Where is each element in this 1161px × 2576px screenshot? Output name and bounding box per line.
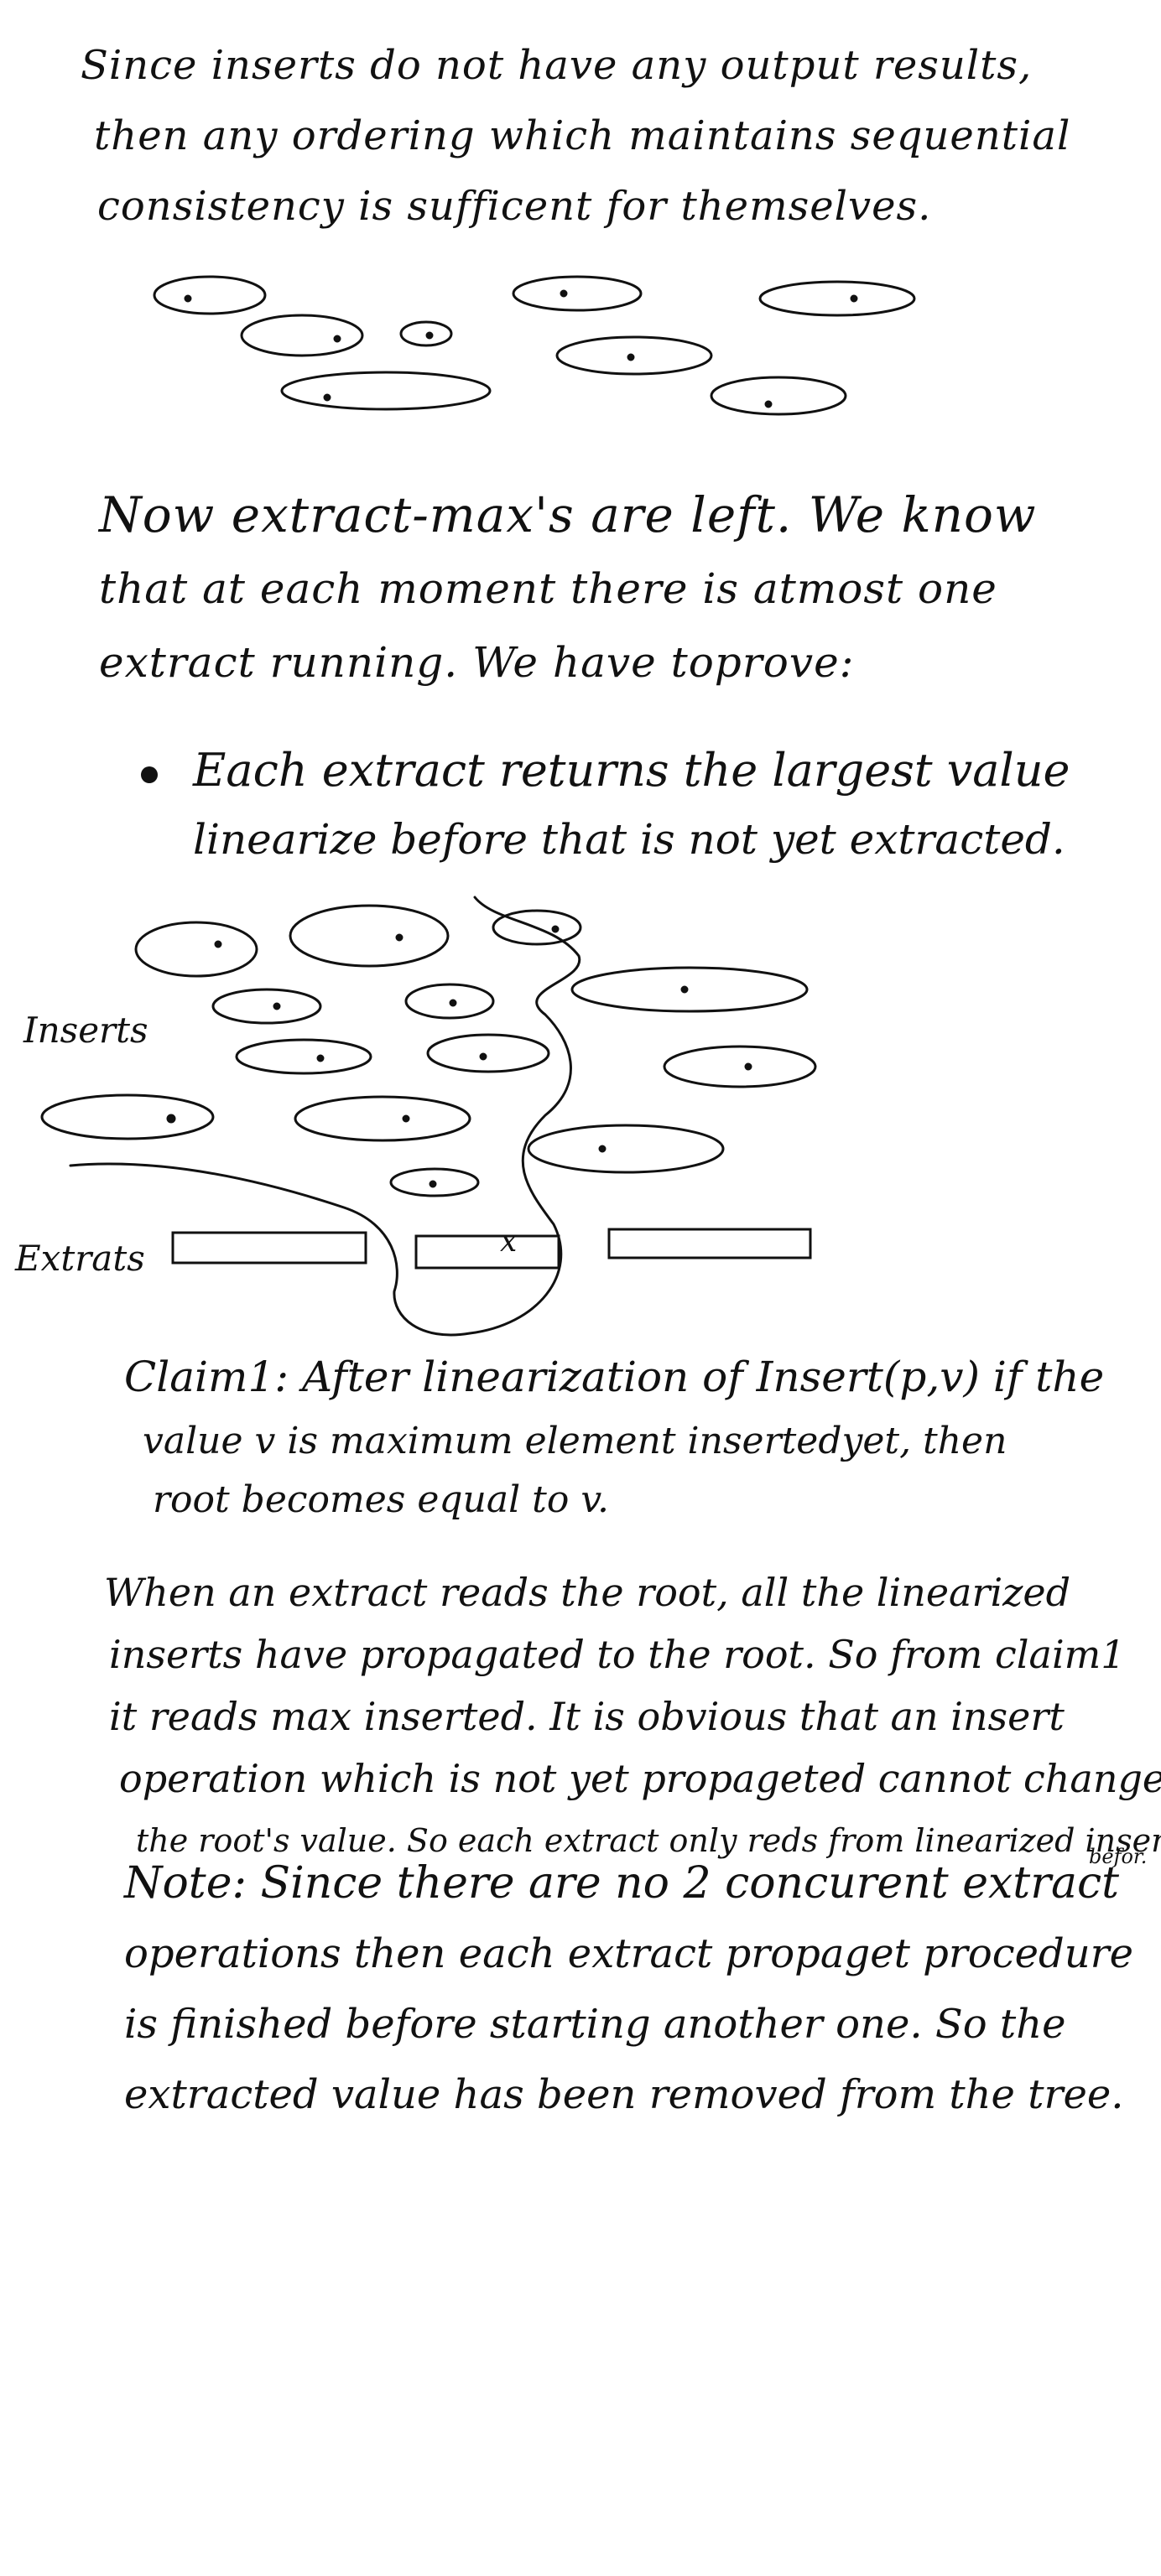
insert-oval — [570, 966, 809, 1013]
insert-oval — [235, 1038, 372, 1075]
extract-marker: x — [500, 1224, 518, 1259]
oval-dot — [273, 1002, 281, 1010]
proof-line: it reads max inserted. It is obvious tha… — [109, 1694, 1065, 1739]
oval-dot — [323, 393, 331, 402]
oval-dot — [184, 294, 192, 303]
oval-dot — [680, 985, 689, 994]
oval-dot — [333, 335, 341, 343]
oval-dot — [850, 294, 858, 303]
oval-dot — [214, 940, 222, 948]
insert-oval — [211, 988, 322, 1025]
oval-dot — [627, 353, 635, 361]
linearization-boundary — [69, 896, 581, 1337]
note-line: operations then each extract propaget pr… — [124, 1930, 1133, 1977]
handwritten-page: Since inserts do not have any output res… — [0, 0, 1161, 2576]
oval-dot — [316, 1054, 325, 1062]
oval-dot — [429, 1180, 437, 1188]
extract-rect — [607, 1228, 812, 1259]
claim-line: root becomes equal to v. — [153, 1478, 609, 1521]
oval-dot — [551, 925, 560, 933]
insert-oval — [153, 275, 267, 315]
proof-paragraph: When an extract reads the root, all the … — [104, 1561, 1161, 1872]
claim-line: Claim1: After linearization of Insert(p,… — [124, 1353, 1105, 1401]
oval-dot — [166, 1114, 176, 1124]
insert-oval — [280, 371, 492, 411]
proof-line: When an extract reads the root, all the … — [104, 1570, 1071, 1615]
claim-paragraph: Claim1: After linearization of Insert(p,… — [124, 1342, 1104, 1530]
oval-cluster-top — [153, 275, 916, 416]
insert-oval — [527, 1124, 725, 1174]
oval-dot — [395, 933, 403, 942]
insert-oval — [289, 904, 450, 968]
oval-dot — [764, 400, 773, 408]
oval-dot — [560, 289, 568, 298]
oval-dot — [744, 1062, 752, 1071]
insert-oval — [663, 1045, 817, 1088]
insert-oval — [240, 314, 364, 357]
proof-line: operation which is not yet propageted ca… — [119, 1756, 1161, 1801]
oval-dot — [402, 1114, 410, 1123]
claim-line: value v is maximum element insertedyet, … — [143, 1420, 1007, 1462]
oval-cluster-inserts — [40, 904, 817, 1197]
extract-rect — [414, 1234, 560, 1270]
insert-oval — [294, 1095, 471, 1142]
insert-oval — [426, 1033, 550, 1073]
inserts-label: Inserts — [23, 1010, 148, 1051]
note-line: extracted value has been removed from th… — [124, 2071, 1124, 2118]
note-line: Note: Since there are no 2 concurent ext… — [124, 1858, 1120, 1909]
insert-oval — [40, 1093, 215, 1140]
oval-dot — [449, 999, 457, 1007]
proof-line: inserts have propagated to the root. So … — [109, 1632, 1126, 1677]
insert-oval — [710, 376, 847, 416]
inserts-extracts-diagram — [40, 275, 916, 1337]
oval-dot — [425, 331, 434, 340]
insert-oval — [134, 921, 258, 978]
extract-rectangles — [171, 1228, 812, 1270]
note-line: is finished before starting another one.… — [124, 2001, 1066, 2048]
oval-dot — [598, 1145, 607, 1153]
extracts-label: Extrats — [15, 1238, 145, 1279]
extract-rect — [171, 1231, 367, 1265]
oval-dot — [479, 1052, 487, 1061]
insert-oval — [758, 280, 916, 317]
insert-oval — [512, 275, 643, 312]
note-paragraph: Note: Since there are no 2 concurent ext… — [124, 1848, 1133, 2130]
